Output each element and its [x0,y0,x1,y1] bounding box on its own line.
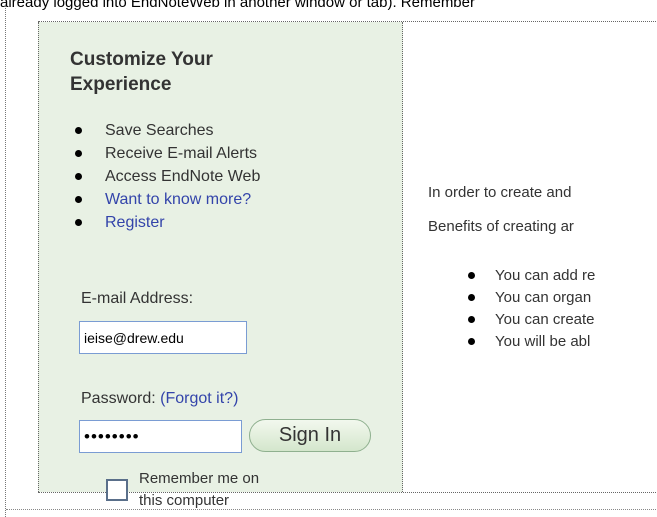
list-item-text: You can add re [495,267,596,284]
page: already logged into EndNoteWeb in anothe… [0,0,657,517]
benefit-label: Access EndNote Web [105,168,261,185]
sign-in-button[interactable]: Sign In [249,419,371,452]
list-item: You will be abl [468,331,595,353]
email-field[interactable] [79,321,247,354]
list-item: You can organ [468,287,595,309]
login-panel: Customize Your Experience Save Searches … [38,22,403,509]
remember-me-checkbox[interactable] [106,479,128,501]
benefits-list: Save Searches Receive E-mail Alerts Acce… [71,119,260,234]
bullet-icon [468,338,475,345]
bullet-icon [468,294,475,301]
email-label: E-mail Address: [81,290,194,307]
password-field[interactable]: •••••••• [79,420,242,453]
benefit-item: Save Searches [71,119,260,142]
password-label: Password: [81,390,156,407]
benefit-label: Receive E-mail Alerts [105,145,258,162]
password-mask: •••••••• [84,427,140,446]
bullet-icon [468,316,475,323]
bullet-icon [468,272,475,279]
bullet-icon [75,127,82,134]
register-link[interactable]: Register [71,211,260,234]
benefits-bullets: You can add re You can organ You can cre… [468,265,595,353]
intro-text-1: In order to create and [428,184,572,201]
intro-text-2: Benefits of creating ar [428,218,574,235]
benefit-item: Access EndNote Web [71,165,260,188]
content-frame: Customize Your Experience Save Searches … [38,21,657,509]
list-item: You can create [468,309,595,331]
bullet-icon [75,173,82,180]
remember-me-label: Remember me on this computer [139,468,259,512]
benefit-item: Receive E-mail Alerts [71,142,260,165]
bullet-icon [75,150,82,157]
bullet-icon [75,196,82,203]
forgot-password-link[interactable]: (Forgot it?) [160,390,238,407]
want-to-know-more-link[interactable]: Want to know more? [71,188,260,211]
remember-label-line1: Remember me on [139,470,260,487]
benefit-label: Save Searches [105,122,214,139]
link-label[interactable]: Want to know more? [105,191,251,208]
password-label-row: Password: (Forgot it?) [81,390,238,408]
list-item-text: You can organ [495,289,592,306]
list-item-text: You will be abl [495,333,591,350]
panel-title: Customize Your Experience [70,49,213,95]
remember-label-line2: this computer [139,492,230,509]
list-item: You can add re [468,265,595,287]
list-item-text: You can create [495,311,595,328]
link-label[interactable]: Register [105,214,165,231]
bullet-icon [75,219,82,226]
